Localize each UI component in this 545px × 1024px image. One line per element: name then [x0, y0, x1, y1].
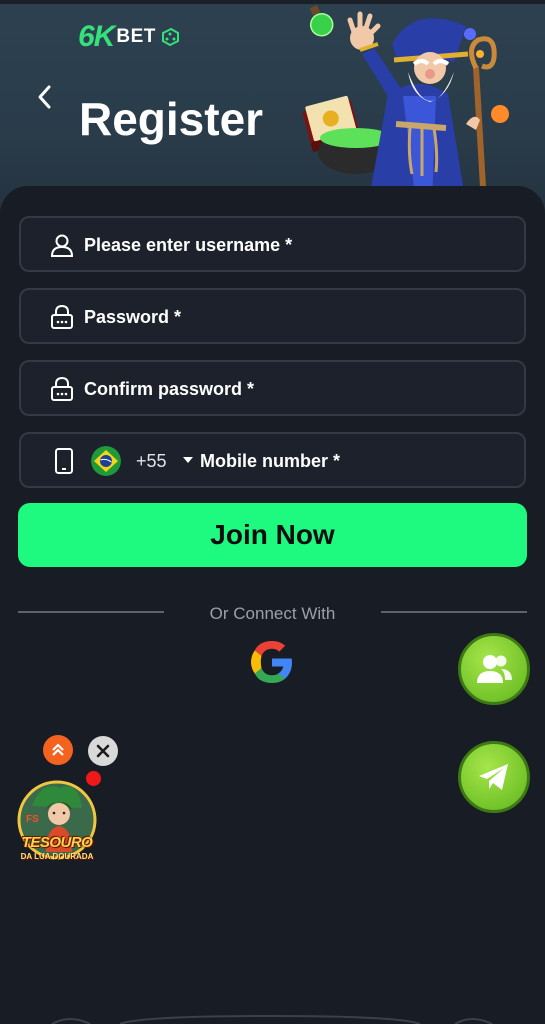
- join-now-button[interactable]: Join Now: [18, 503, 527, 567]
- mobile-placeholder: Mobile number *: [200, 451, 341, 471]
- promo-subtitle: DA LUA DOURADA: [20, 852, 94, 861]
- expand-promo-button[interactable]: [43, 735, 73, 765]
- dice-icon: [161, 27, 179, 47]
- lock-icon: [51, 304, 73, 329]
- double-chevron-up-icon: [52, 743, 64, 756]
- username-placeholder: Please enter username *: [84, 235, 293, 255]
- page-title: Register: [79, 93, 264, 145]
- close-promo-button[interactable]: [88, 736, 118, 766]
- community-button[interactable]: [458, 633, 530, 705]
- password-placeholder: Password *: [84, 307, 182, 327]
- telegram-icon: [479, 764, 508, 790]
- caret-down-icon[interactable]: [183, 457, 193, 463]
- username-field[interactable]: Please enter username *: [19, 216, 526, 272]
- user-icon: [50, 234, 74, 257]
- wizard-illustration: [302, 4, 509, 204]
- badge-tag: FS: [26, 814, 39, 825]
- close-icon: [96, 744, 110, 758]
- divider-right: [381, 611, 527, 613]
- bottom-nav-hint: [51, 1014, 493, 1024]
- lock-icon: [51, 376, 73, 401]
- confirm-password-placeholder: Confirm password *: [84, 379, 255, 399]
- mobile-field[interactable]: +55 Mobile number *: [19, 432, 526, 488]
- back-chevron-icon[interactable]: [32, 82, 58, 112]
- logo-mark: 6K: [78, 20, 115, 53]
- password-field[interactable]: Password *: [19, 288, 526, 344]
- connect-label: Or Connect With: [209, 604, 336, 623]
- group-icon: [477, 655, 512, 683]
- promo-game-badge[interactable]: FS TESOURO DA LUA DOURADA: [16, 780, 98, 866]
- hero-banner: 6K BET Register: [0, 0, 545, 215]
- logo-word: BET: [116, 26, 156, 47]
- google-icon[interactable]: [247, 637, 297, 687]
- country-code[interactable]: +55: [136, 451, 167, 472]
- telegram-button[interactable]: [458, 741, 530, 813]
- promo-title: TESOURO: [21, 834, 93, 851]
- confirm-password-field[interactable]: Confirm password *: [19, 360, 526, 416]
- brand-logo: 6K BET: [78, 20, 181, 54]
- phone-icon: [55, 448, 73, 474]
- brazil-flag-icon[interactable]: [91, 446, 121, 476]
